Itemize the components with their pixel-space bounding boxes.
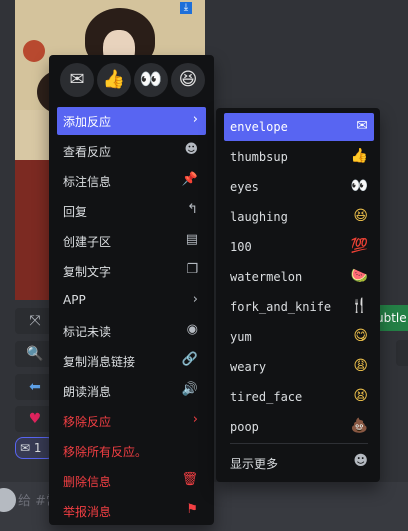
reaction-option-label: watermelon xyxy=(230,270,303,284)
yum-icon: 😋 xyxy=(353,328,368,344)
flag-icon: ⚑ xyxy=(186,502,198,517)
toolbar-button[interactable] xyxy=(396,340,408,366)
reaction-submenu: envelope ✉ thumbsup 👍 eyes 👀 laughing 😆 … xyxy=(216,108,380,482)
expand-icon[interactable]: ⤓ xyxy=(180,2,192,14)
menu-item-label: 标注信息 xyxy=(63,175,112,189)
menu-report-message[interactable]: 举报消息 ⚑ xyxy=(57,497,206,525)
reaction-option-label: poop xyxy=(230,420,259,434)
mark-unread-icon: ◉ xyxy=(186,322,198,337)
laughing-icon[interactable]: 😆 xyxy=(171,63,205,97)
reaction-option-label: fork_and_knife xyxy=(230,300,332,314)
chevron-right-icon: › xyxy=(192,292,198,307)
watermelon-icon: 🍉 xyxy=(350,268,368,284)
poop-icon: 💩 xyxy=(350,418,368,434)
menu-apps[interactable]: APP › xyxy=(57,287,206,315)
thumbsup-icon[interactable]: 👍 xyxy=(97,63,131,97)
reaction-option-envelope[interactable]: envelope ✉ xyxy=(224,113,374,141)
tired-face-icon: 😫 xyxy=(353,388,368,404)
thread-icon: ▤ xyxy=(185,232,198,247)
menu-item-label: 删除信息 xyxy=(63,475,112,489)
chevron-right-icon: › xyxy=(192,112,198,127)
menu-item-label: 移除所有反应。 xyxy=(63,445,148,459)
reaction-option-label: yum xyxy=(230,330,252,344)
menu-copy-link[interactable]: 复制消息链接 🔗 xyxy=(57,347,206,375)
pin-icon: 📌 xyxy=(181,172,198,187)
smiley-icon: ☻ xyxy=(184,142,198,157)
reaction-option-label: tired_face xyxy=(230,390,303,404)
menu-copy-text[interactable]: 复制文字 ❐ xyxy=(57,257,206,285)
speak-icon: 🔊 xyxy=(181,382,198,397)
thumbsup-icon: 👍 xyxy=(350,148,368,164)
laughing-icon: 😆 xyxy=(353,208,368,224)
reaction-option-weary[interactable]: weary 😩 xyxy=(224,353,374,381)
menu-speak-message[interactable]: 朗读消息 🔊 xyxy=(57,377,206,405)
menu-item-label: 移除反应 xyxy=(63,415,112,429)
menu-create-thread[interactable]: 创建子区 ▤ xyxy=(57,227,206,255)
menu-remove-reaction[interactable]: 移除反应 › xyxy=(57,407,206,435)
eyes-icon: 👀 xyxy=(350,178,368,194)
link-icon: 🔗 xyxy=(181,352,198,367)
menu-remove-all-reactions[interactable]: 移除所有反应。 xyxy=(57,437,206,465)
menu-delete-message[interactable]: 删除信息 🗑 xyxy=(57,467,206,495)
menu-item-label: 复制消息链接 xyxy=(63,355,136,369)
fork-and-knife-icon: 🍴 xyxy=(350,298,368,314)
reaction-option-label: 100 xyxy=(230,240,252,254)
menu-item-label: APP xyxy=(63,293,86,307)
submenu-divider xyxy=(230,443,368,444)
menu-item-label: 标记未读 xyxy=(63,325,112,339)
envelope-icon: ✉ xyxy=(356,118,368,134)
menu-item-label: 查看反应 xyxy=(63,145,112,159)
reply-icon: ↰ xyxy=(187,202,198,217)
menu-item-label: 复制文字 xyxy=(63,265,112,279)
menu-item-label: 回复 xyxy=(63,205,88,219)
menu-pin-message[interactable]: 标注信息 📌 xyxy=(57,167,206,195)
weary-icon: 😩 xyxy=(353,358,368,374)
reaction-option-tired-face[interactable]: tired_face 😫 xyxy=(224,383,374,411)
menu-add-reaction[interactable]: 添加反应 › xyxy=(57,107,206,135)
reaction-option-show-more[interactable]: 显示更多 ☻ xyxy=(224,448,374,476)
menu-item-label: 朗读消息 xyxy=(63,385,112,399)
reaction-option-100[interactable]: 100 💯 xyxy=(224,233,374,261)
reaction-option-laughing[interactable]: laughing 😆 xyxy=(224,203,374,231)
menu-item-label: 举报消息 xyxy=(63,505,112,519)
eyes-icon[interactable]: 👀 xyxy=(134,63,168,97)
reaction-option-watermelon[interactable]: watermelon 🍉 xyxy=(224,263,374,291)
reaction-option-poop[interactable]: poop 💩 xyxy=(224,413,374,441)
menu-item-label: 创建子区 xyxy=(63,235,112,249)
smiley-icon: ☻ xyxy=(353,453,368,469)
reaction-option-fork-and-knife[interactable]: fork_and_knife 🍴 xyxy=(224,293,374,321)
reaction-option-label: laughing xyxy=(230,210,288,224)
flower xyxy=(23,40,45,62)
trash-icon: 🗑 xyxy=(181,472,198,487)
reaction-option-label: weary xyxy=(230,360,267,374)
reaction-option-label: envelope xyxy=(230,120,288,134)
envelope-icon[interactable]: ✉ xyxy=(60,63,94,97)
show-more-label: 显示更多 xyxy=(230,457,279,471)
hundred-points-icon: 💯 xyxy=(350,238,368,254)
menu-mark-unread[interactable]: 标记未读 ◉ xyxy=(57,317,206,345)
reaction-option-eyes[interactable]: eyes 👀 xyxy=(224,173,374,201)
copy-icon: ❐ xyxy=(186,262,198,277)
reaction-option-thumbsup[interactable]: thumbsup 👍 xyxy=(224,143,374,171)
message-context-menu: ✉ 👍 👀 😆 添加反应 › 查看反应 ☻ 标注信息 📌 回复 ↰ 创建子区 ▤… xyxy=(49,55,214,525)
chevron-right-icon: › xyxy=(192,412,198,427)
reaction-option-yum[interactable]: yum 😋 xyxy=(224,323,374,351)
reaction-option-label: thumbsup xyxy=(230,150,288,164)
menu-view-reactions[interactable]: 查看反应 ☻ xyxy=(57,137,206,165)
menu-item-label: 添加反应 xyxy=(63,115,112,129)
reaction-option-label: eyes xyxy=(230,180,259,194)
menu-reply[interactable]: 回复 ↰ xyxy=(57,197,206,225)
